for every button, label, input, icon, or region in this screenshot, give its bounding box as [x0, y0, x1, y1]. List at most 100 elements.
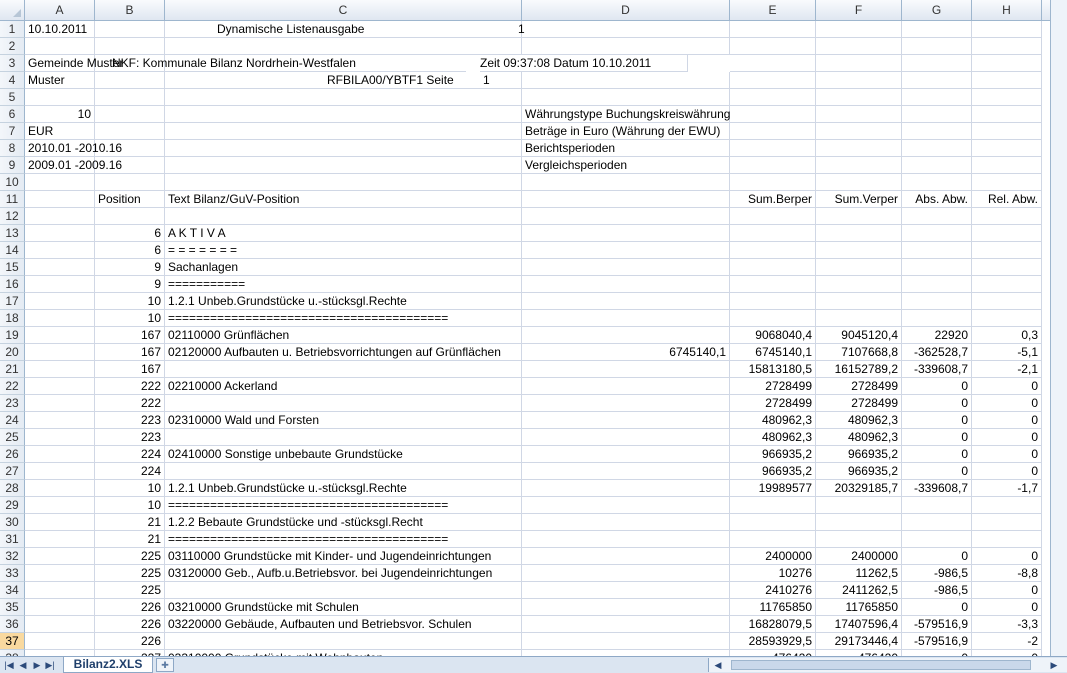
cell-d20[interactable]: 6745140,1 — [522, 344, 730, 361]
cell-c15[interactable]: Sachanlagen — [165, 259, 522, 276]
cell-a3[interactable]: Gemeinde Muster — [25, 55, 123, 72]
cell-d27[interactable] — [522, 463, 730, 480]
prev-sheet-icon[interactable]: ◀ — [18, 660, 28, 670]
cell-a23[interactable] — [25, 395, 95, 412]
cell-e3[interactable] — [730, 55, 816, 72]
cell-h10[interactable] — [972, 174, 1042, 191]
cell-c19[interactable]: 02110000 Grünflächen — [165, 327, 522, 344]
row-header[interactable]: 1 — [0, 21, 25, 38]
cell-g6[interactable] — [902, 106, 972, 123]
cell-f33[interactable]: 11262,5 — [816, 565, 902, 582]
cell-a33[interactable] — [25, 565, 95, 582]
column-header-f[interactable]: F — [816, 0, 902, 20]
cell-c30[interactable]: 1.2.2 Bebaute Grundstücke und -stücksgl.… — [165, 514, 522, 531]
cell-g26[interactable]: 0 — [902, 446, 972, 463]
cell-a18[interactable] — [25, 310, 95, 327]
cell-h1[interactable] — [972, 21, 1042, 38]
cell-c34[interactable] — [165, 582, 522, 599]
cell-h15[interactable] — [972, 259, 1042, 276]
cell-b31[interactable]: 21 — [95, 531, 165, 548]
cell-a31[interactable] — [25, 531, 95, 548]
cell-c37[interactable] — [165, 633, 522, 650]
cell-f8[interactable] — [816, 140, 902, 157]
cell-b12[interactable] — [95, 208, 165, 225]
cell-g2[interactable] — [902, 38, 972, 55]
cell-e17[interactable] — [730, 293, 816, 310]
cell-c35[interactable]: 03210000 Grundstücke mit Schulen — [165, 599, 522, 616]
cell-a37[interactable] — [25, 633, 95, 650]
cell-a8[interactable]: 2010.01 -2010.16 — [25, 140, 122, 157]
cell-f6[interactable] — [816, 106, 902, 123]
cell-f28[interactable]: 20329185,7 — [816, 480, 902, 497]
cell-c16[interactable]: =========== — [165, 276, 522, 293]
cell-b2[interactable] — [95, 38, 165, 55]
cell-h25[interactable]: 0 — [972, 429, 1042, 446]
row-header[interactable]: 12 — [0, 208, 25, 225]
cell-e16[interactable] — [730, 276, 816, 293]
cell-e28[interactable]: 19989577 — [730, 480, 816, 497]
cell-h8[interactable] — [972, 140, 1042, 157]
cell-a28[interactable] — [25, 480, 95, 497]
cell-g3[interactable] — [902, 55, 972, 72]
column-header-h[interactable]: H — [972, 0, 1042, 20]
cell-a26[interactable] — [25, 446, 95, 463]
cell-e29[interactable] — [730, 497, 816, 514]
cell-f29[interactable] — [816, 497, 902, 514]
cell-h33[interactable]: -8,8 — [972, 565, 1042, 582]
cell-h3[interactable] — [972, 55, 1042, 72]
cell-a22[interactable] — [25, 378, 95, 395]
cell-e7[interactable] — [730, 123, 816, 140]
cell-a34[interactable] — [25, 582, 95, 599]
cell-a7[interactable]: EUR — [25, 123, 95, 140]
last-sheet-icon[interactable]: ▶| — [45, 660, 55, 670]
cell-a4[interactable]: Muster — [25, 72, 95, 89]
row-header[interactable]: 13 — [0, 225, 25, 242]
cell-c9[interactable] — [165, 157, 522, 174]
cell-d34[interactable] — [522, 582, 730, 599]
cell-d19[interactable] — [522, 327, 730, 344]
cell-f22[interactable]: 2728499 — [816, 378, 902, 395]
cell-c20[interactable]: 02120000 Aufbauten u. Betriebsvorrichtun… — [165, 344, 522, 361]
row-header[interactable]: 35 — [0, 599, 25, 616]
insert-sheet-icon[interactable]: ✚ — [156, 658, 174, 672]
cell-h5[interactable] — [972, 89, 1042, 106]
cell-h27[interactable]: 0 — [972, 463, 1042, 480]
cell-d10[interactable] — [522, 174, 730, 191]
cell-d13[interactable] — [522, 225, 730, 242]
cell-f26[interactable]: 966935,2 — [816, 446, 902, 463]
vertical-scrollbar[interactable] — [1050, 0, 1067, 656]
cell-d7[interactable]: Beträge in Euro (Währung der EWU) — [522, 123, 730, 140]
column-header-a[interactable]: A — [25, 0, 95, 20]
cell-h37[interactable]: -2 — [972, 633, 1042, 650]
cell-f24[interactable]: 480962,3 — [816, 412, 902, 429]
cell-h6[interactable] — [972, 106, 1042, 123]
cell-e19[interactable]: 9068040,4 — [730, 327, 816, 344]
cell-a14[interactable] — [25, 242, 95, 259]
cell-b33[interactable]: 225 — [95, 565, 165, 582]
row-header[interactable]: 32 — [0, 548, 25, 565]
cell-h12[interactable] — [972, 208, 1042, 225]
row-header[interactable]: 7 — [0, 123, 25, 140]
cell-d26[interactable] — [522, 446, 730, 463]
cell-g1[interactable] — [902, 21, 972, 38]
cell-b5[interactable] — [95, 89, 165, 106]
cell-h21[interactable]: -2,1 — [972, 361, 1042, 378]
cell-c23[interactable] — [165, 395, 522, 412]
cell-g10[interactable] — [902, 174, 972, 191]
cell-g14[interactable] — [902, 242, 972, 259]
cell-e32[interactable]: 2400000 — [730, 548, 816, 565]
cell-f10[interactable] — [816, 174, 902, 191]
cell-f35[interactable]: 11765850 — [816, 599, 902, 616]
cell-f27[interactable]: 966935,2 — [816, 463, 902, 480]
cell-g24[interactable]: 0 — [902, 412, 972, 429]
cell-a6[interactable]: 10 — [25, 106, 95, 123]
cell-c32[interactable]: 03110000 Grundstücke mit Kinder- und Jug… — [165, 548, 522, 565]
cell-h13[interactable] — [972, 225, 1042, 242]
cell-d24[interactable] — [522, 412, 730, 429]
cell-h4[interactable] — [972, 72, 1042, 89]
cell-f32[interactable]: 2400000 — [816, 548, 902, 565]
cell-a15[interactable] — [25, 259, 95, 276]
select-all-corner[interactable] — [0, 0, 25, 20]
cell-d15[interactable] — [522, 259, 730, 276]
column-header-g[interactable]: G — [902, 0, 972, 20]
